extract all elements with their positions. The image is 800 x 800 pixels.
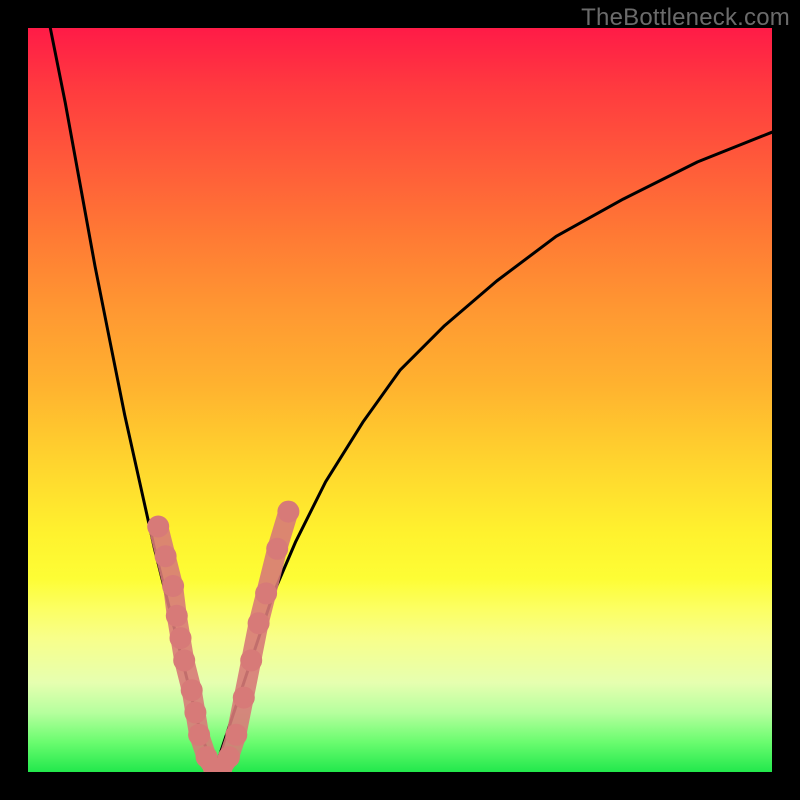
marker-dot [162, 575, 184, 597]
marker-dot [181, 679, 203, 701]
marker-dot [166, 605, 188, 627]
marker-dot [184, 702, 206, 724]
marker-dot [173, 649, 195, 671]
marker-dot [233, 687, 255, 709]
curve-layer [50, 28, 772, 772]
chart-plot-area [28, 28, 772, 772]
watermark-text: TheBottleneck.com [581, 4, 790, 32]
chart-frame: TheBottleneck.com [0, 0, 800, 800]
chart-svg [28, 28, 772, 772]
marker-dot [240, 649, 262, 671]
marker-dot [255, 582, 277, 604]
marker-dot [248, 612, 270, 634]
marker-layer [147, 501, 299, 772]
series-curve-right [214, 132, 772, 772]
marker-dot [277, 501, 299, 523]
marker-dot [188, 724, 210, 746]
marker-dot [170, 627, 192, 649]
marker-dot [218, 746, 240, 768]
marker-dot [155, 545, 177, 567]
marker-dot [147, 516, 169, 538]
marker-dot [225, 724, 247, 746]
marker-dot [266, 538, 288, 560]
